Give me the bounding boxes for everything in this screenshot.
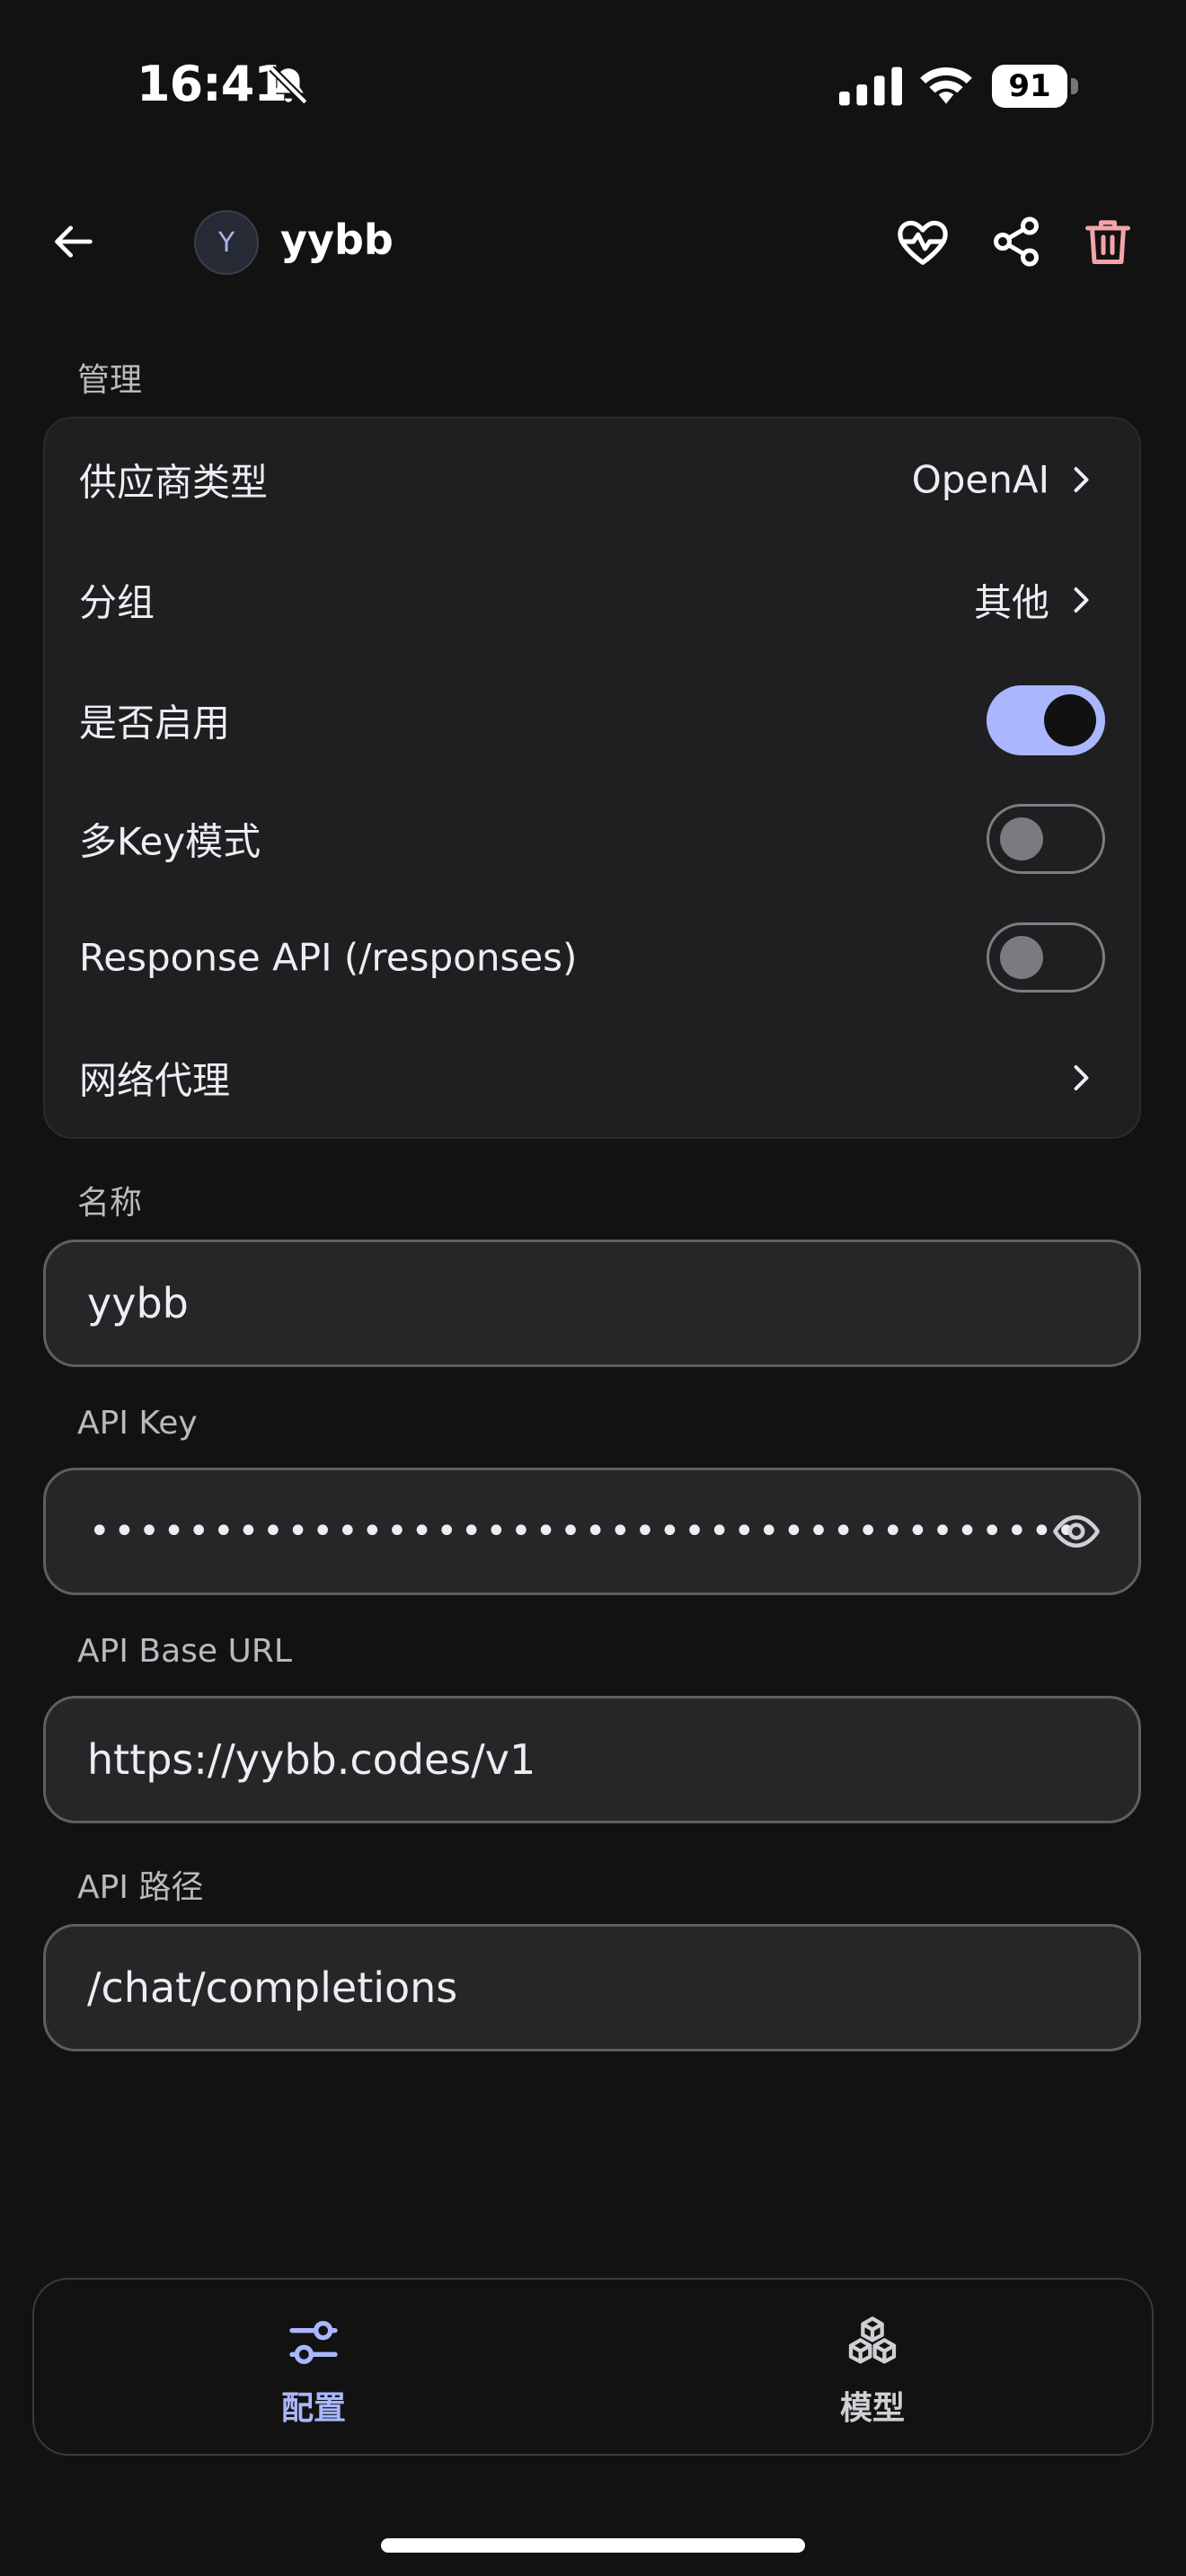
nav-models-label: 模型: [839, 2390, 905, 2427]
base-url-field[interactable]: https://yybb.codes/v1: [43, 1696, 1141, 1823]
trash-icon: [1085, 220, 1130, 264]
response-api-label: Response API (/responses): [79, 935, 578, 980]
provider-type-label: 供应商类型: [79, 460, 269, 505]
cubes-icon: [848, 2316, 897, 2364]
multi-key-label: 多Key模式: [79, 819, 261, 864]
chevron-right-icon: [1074, 467, 1089, 492]
network-proxy-label: 网络代理: [79, 1058, 231, 1103]
sliders-icon: [289, 2321, 338, 2364]
response-api-row: Response API (/responses): [45, 898, 1139, 1017]
name-field[interactable]: yybb: [43, 1239, 1141, 1367]
group-value: 其他: [973, 580, 1049, 625]
section-label-management: 管理: [77, 362, 143, 399]
eye-icon[interactable]: [1052, 1507, 1101, 1556]
delete-button[interactable]: [1078, 212, 1137, 271]
response-api-toggle[interactable]: [987, 922, 1105, 992]
api-path-label: API 路径: [77, 1869, 204, 1906]
back-button[interactable]: [45, 212, 104, 271]
api-key-field[interactable]: ••••••••••••••••••••••••••••••••••••••••: [43, 1468, 1141, 1595]
api-key-masked-value: ••••••••••••••••••••••••••••••••••••••••: [89, 1511, 1081, 1552]
heart-pulse-icon: [898, 220, 948, 265]
group-row[interactable]: 分组 其他: [45, 541, 1139, 659]
multi-key-row: 多Key模式: [45, 780, 1139, 898]
management-card: 供应商类型 OpenAI 分组 其他 是否启用 多Key模式 Response …: [43, 417, 1141, 1139]
name-label: 名称: [77, 1185, 143, 1222]
network-proxy-row[interactable]: 网络代理: [45, 1019, 1139, 1137]
avatar: Y: [194, 210, 259, 275]
api-key-label: API Key: [77, 1405, 198, 1442]
group-label: 分组: [79, 580, 155, 625]
provider-type-value: OpenAI: [911, 457, 1049, 502]
bottom-nav: 配置 模型: [32, 2278, 1154, 2456]
base-url-value: https://yybb.codes/v1: [87, 1735, 536, 1784]
enabled-row: 是否启用: [45, 661, 1139, 780]
share-icon: [994, 216, 1039, 267]
chevron-right-icon: [1074, 1065, 1089, 1090]
chevron-right-icon: [1074, 587, 1089, 613]
api-path-field[interactable]: /chat/completions: [43, 1924, 1141, 2051]
wifi-icon: [920, 66, 972, 104]
nav-config-label: 配置: [280, 2390, 346, 2427]
battery-indicator: 91: [992, 65, 1078, 108]
provider-type-row[interactable]: 供应商类型 OpenAI: [45, 420, 1139, 539]
api-path-value: /chat/completions: [87, 1963, 458, 2012]
arrow-left-icon: [55, 225, 93, 258]
cellular-signal-icon: [839, 66, 902, 106]
bell-muted-icon: [269, 66, 308, 105]
multi-key-toggle[interactable]: [987, 804, 1105, 874]
enabled-toggle[interactable]: [987, 685, 1105, 755]
share-button[interactable]: [987, 212, 1046, 271]
base-url-label: API Base URL: [77, 1633, 292, 1670]
battery-level: 91: [1008, 68, 1051, 104]
page-title: yybb: [280, 216, 394, 264]
name-value: yybb: [87, 1279, 189, 1328]
nav-models[interactable]: 模型: [593, 2280, 1152, 2454]
nav-config[interactable]: 配置: [34, 2280, 593, 2454]
home-indicator: [381, 2538, 805, 2553]
enabled-label: 是否启用: [79, 701, 231, 745]
status-time: 16:41: [137, 56, 288, 112]
health-check-button[interactable]: [893, 212, 952, 271]
